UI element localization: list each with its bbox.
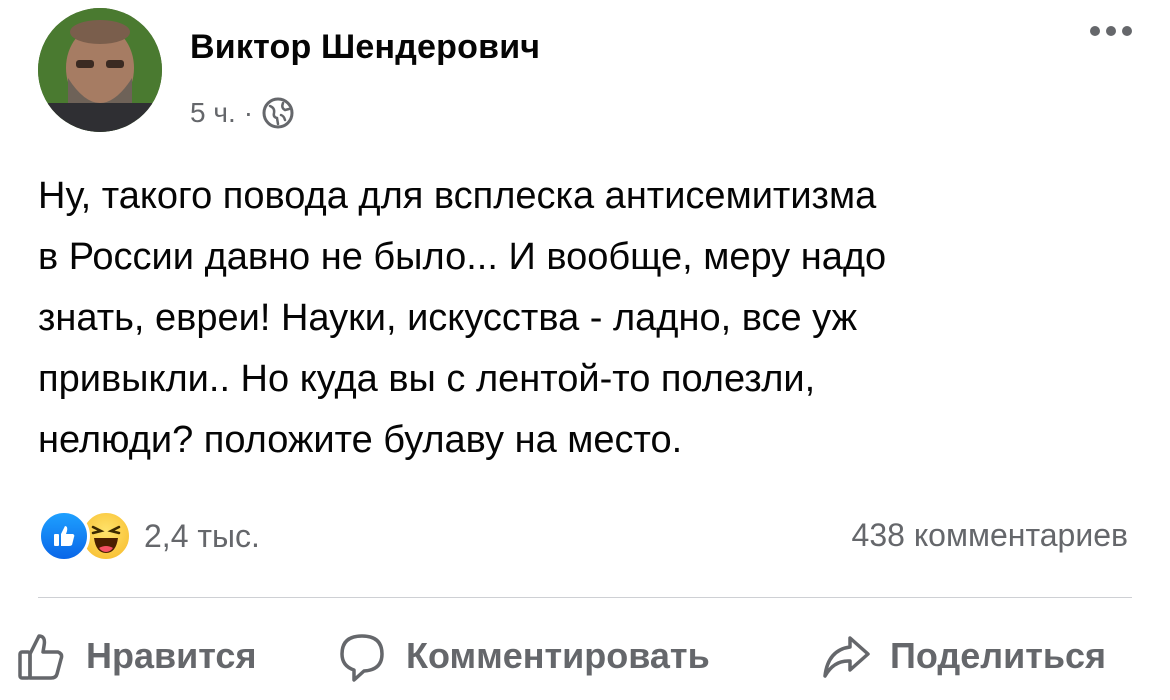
divider bbox=[38, 597, 1132, 598]
action-bar: Нравится Комментировать Поделиться bbox=[0, 620, 1170, 700]
thumbs-up-icon bbox=[18, 634, 64, 680]
avatar[interactable] bbox=[38, 8, 162, 132]
comments-count-link[interactable]: 438 комментариев bbox=[852, 517, 1128, 554]
share-icon bbox=[823, 636, 870, 678]
more-dot-icon bbox=[1090, 26, 1100, 36]
share-button[interactable]: Поделиться bbox=[818, 628, 1106, 684]
share-label: Поделиться bbox=[890, 635, 1107, 676]
post-meta: 5 ч. · bbox=[190, 96, 295, 130]
like-button[interactable]: Нравится bbox=[14, 628, 256, 684]
comment-icon bbox=[340, 634, 384, 682]
more-options-button[interactable] bbox=[1090, 26, 1132, 36]
reaction-icons bbox=[38, 510, 132, 562]
reaction-count: 2,4 тыс. bbox=[144, 517, 260, 554]
reactions-summary[interactable]: 2,4 тыс. bbox=[38, 510, 260, 562]
comment-button[interactable]: Комментировать bbox=[334, 628, 710, 684]
more-dot-icon bbox=[1122, 26, 1132, 36]
author-name[interactable]: Виктор Шендерович bbox=[190, 28, 540, 67]
globe-icon[interactable] bbox=[261, 96, 295, 130]
post-time[interactable]: 5 ч. bbox=[190, 97, 236, 129]
more-dot-icon bbox=[1106, 26, 1116, 36]
avatar-image bbox=[38, 8, 162, 132]
like-icon bbox=[38, 510, 90, 562]
meta-separator: · bbox=[243, 97, 254, 128]
post-text: Ну, такого повода для всплеска антисемит… bbox=[38, 175, 887, 461]
like-label: Нравится bbox=[86, 635, 257, 676]
comment-label: Комментировать bbox=[406, 635, 710, 676]
